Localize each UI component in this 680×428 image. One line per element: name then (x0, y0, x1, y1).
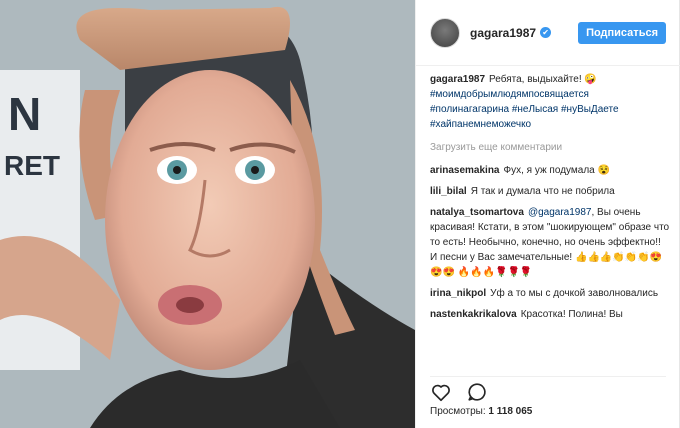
comment: nastenkakrikalova Красотка! Полина! Вы (430, 307, 670, 322)
comment-username[interactable]: lili_bilal (430, 186, 467, 197)
verified-badge-icon: ✔ (540, 27, 552, 38)
comment-text: Уф а то мы с дочкой заволновались (490, 288, 659, 299)
post-video[interactable]: N RET (0, 0, 415, 428)
comment-text: Красотка! Полина! Вы (520, 309, 623, 320)
comment-username[interactable]: irina_nikpol (430, 288, 486, 299)
comment-text: Я так и думала что не побрила (470, 186, 615, 197)
post-sidebar: gagara1987 ✔ Подписаться gagara1987 Ребят… (415, 0, 680, 428)
heart-icon[interactable] (430, 381, 452, 403)
hashtag[interactable]: #полинагагарина (430, 104, 509, 115)
post-actions (430, 376, 666, 403)
caption-username[interactable]: gagara1987 (430, 74, 485, 85)
load-more-comments-link[interactable]: Загрузить еще комментарии (430, 140, 670, 155)
views-count: Просмотры: 1 118 065 (430, 406, 532, 417)
comment-username[interactable]: arinasemakina (430, 165, 500, 176)
follow-button[interactable]: Подписаться (578, 21, 666, 44)
hashtag[interactable]: #хайпанемнеможечко (430, 119, 531, 130)
comment-text: Фух, я уж подумала 😵 (503, 165, 610, 176)
post-photo-illustration: N RET (0, 0, 415, 428)
caption-text: Ребята, выдыхайте! (489, 74, 582, 85)
views-label: Просмотры: (430, 406, 486, 417)
hashtag[interactable]: #неЛысая (512, 104, 558, 115)
caption-emoji: 🤪 (584, 74, 597, 85)
comment-icon[interactable] (466, 381, 488, 403)
comment: arinasemakina Фух, я уж подумала 😵 (430, 163, 670, 178)
views-value: 1 118 065 (488, 406, 533, 417)
avatar[interactable] (430, 17, 460, 48)
instagram-post: N RET gagara1987 ✔ Подписаться gagara198… (0, 0, 680, 428)
hashtag[interactable]: #моимдобрымлюдямпосвящается (430, 89, 589, 100)
comments-section: gagara1987 Ребята, выдыхайте! 🤪 #моимдобр… (430, 72, 670, 370)
post-header: gagara1987 ✔ Подписаться (416, 0, 680, 66)
header-username[interactable]: gagara1987 (470, 26, 536, 40)
comment-username[interactable]: nastenkakrikalova (430, 309, 517, 320)
svg-text:RET: RET (4, 150, 60, 181)
comment: irina_nikpol Уф а то мы с дочкой заволнов… (430, 286, 670, 301)
comment-username[interactable]: natalya_tsomartova (430, 207, 524, 218)
comment-mention[interactable]: @gagara1987 (528, 207, 592, 218)
comment: natalya_tsomartova @gagara1987, Вы очень … (430, 205, 670, 280)
comment: lili_bilal Я так и думала что не побрила (430, 184, 670, 199)
caption: gagara1987 Ребята, выдыхайте! 🤪 #моимдобр… (430, 72, 670, 132)
svg-text:N: N (8, 88, 41, 140)
hashtag[interactable]: #нуВыДаете (561, 104, 619, 115)
